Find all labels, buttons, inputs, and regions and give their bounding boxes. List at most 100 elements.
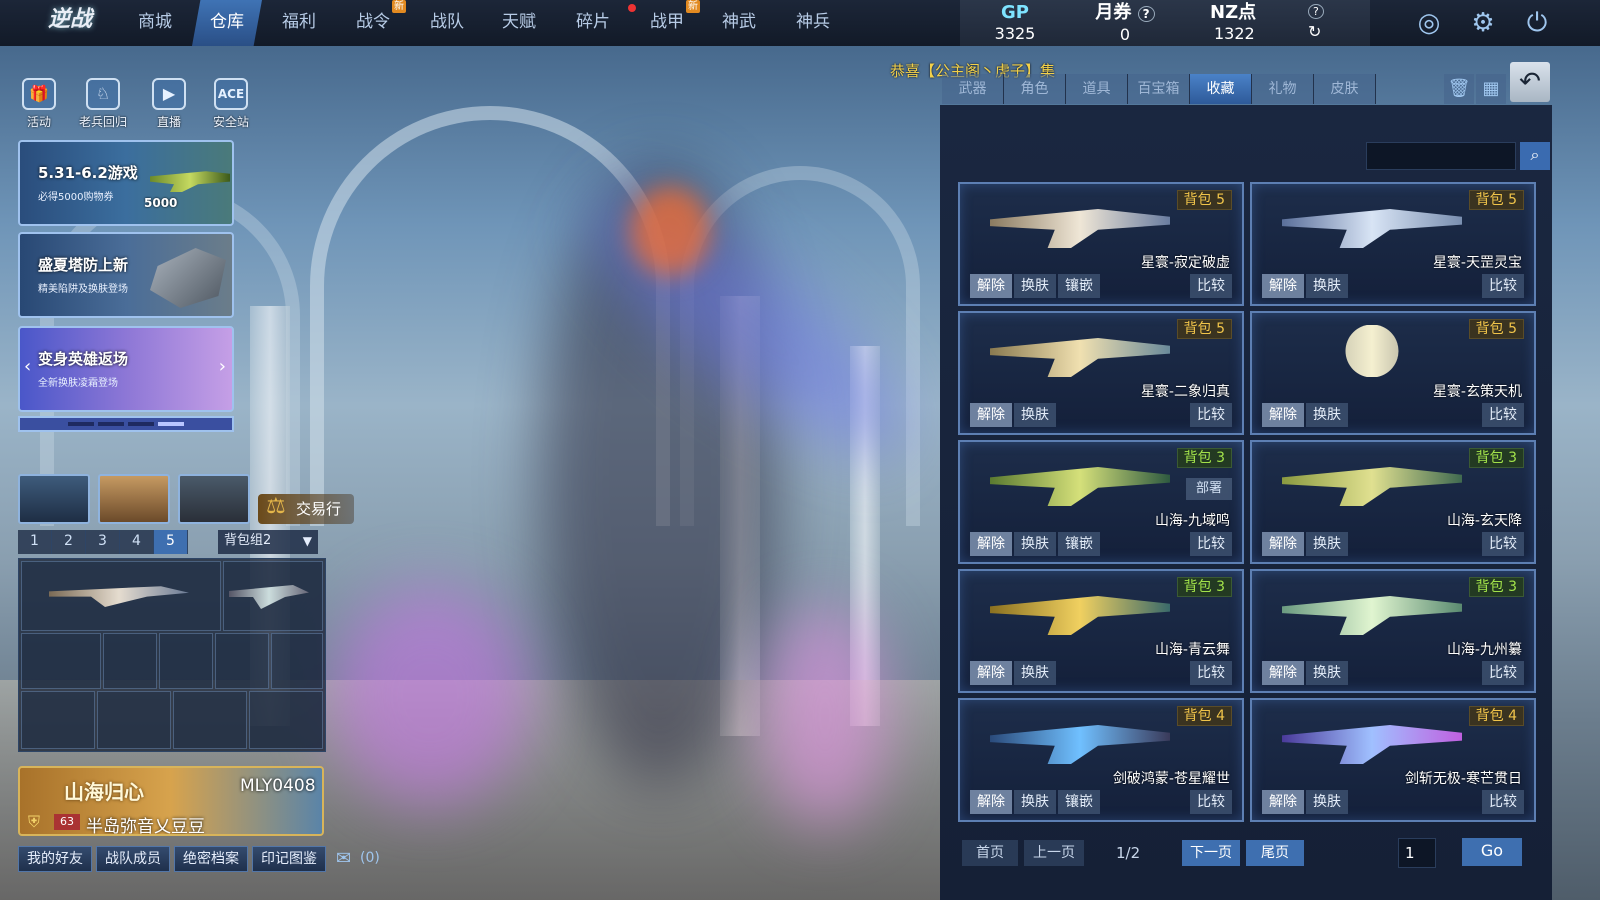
event-banner-2[interactable]: 盛夏塔防上新 精美陷阱及换肤登场 (18, 232, 234, 318)
refresh-icon[interactable]: ↻ (1308, 22, 1321, 41)
change-skin-button[interactable]: 换肤 (1014, 403, 1056, 427)
inventory-tab[interactable]: 百宝箱 (1128, 74, 1190, 104)
nav-tab[interactable]: 仓库 (192, 0, 262, 46)
bottom-button[interactable]: 印记图鉴 (252, 846, 326, 872)
prev-page-button[interactable]: 上一页 (1024, 840, 1084, 866)
compare-button[interactable]: 比较 (1190, 532, 1232, 556)
inventory-tab[interactable]: 皮肤 (1314, 74, 1376, 104)
compare-button[interactable]: 比较 (1482, 661, 1524, 685)
change-skin-button[interactable]: 换肤 (1306, 403, 1348, 427)
showcase-icon[interactable]: ▦ (1476, 74, 1506, 104)
nav-tab[interactable]: 商城 (120, 0, 190, 46)
search-input[interactable] (1366, 142, 1516, 170)
change-skin-button[interactable]: 换肤 (1306, 532, 1348, 556)
inlay-button[interactable]: 镶嵌 (1058, 532, 1100, 556)
bag-page-tab[interactable]: 4 (120, 530, 154, 554)
inventory-tab[interactable]: 道具 (1066, 74, 1128, 104)
compare-button[interactable]: 比较 (1190, 661, 1232, 685)
nav-tab[interactable]: 战令新 (338, 0, 408, 46)
bag-slot[interactable] (159, 633, 213, 689)
event-banner-1[interactable]: 5.31-6.2游戏 必得5000购物券 5000 (18, 140, 234, 226)
nav-tab[interactable]: 战甲新 (632, 0, 702, 46)
change-skin-button[interactable]: 换肤 (1014, 274, 1056, 298)
page-dot[interactable] (128, 422, 154, 426)
left-shortcut[interactable]: ACE 安全站 (206, 78, 256, 130)
compare-button[interactable]: 比较 (1190, 403, 1232, 427)
inventory-tab[interactable]: 武器 (942, 74, 1004, 104)
nav-tab[interactable]: 天赋 (484, 0, 554, 46)
character-portrait-1[interactable] (18, 474, 90, 524)
change-skin-button[interactable]: 换肤 (1014, 532, 1056, 556)
next-page-button[interactable]: 下一页 (1182, 840, 1240, 866)
left-shortcut[interactable]: ▶ 直播 (144, 78, 194, 130)
power-icon[interactable]: ⏻ (1520, 6, 1554, 40)
chevron-right-icon[interactable]: › (219, 356, 226, 377)
bottom-button[interactable]: 绝密档案 (174, 846, 248, 872)
deploy-button[interactable]: 部署 (1186, 478, 1232, 500)
bag-group-select[interactable]: 背包组2 ▼ (218, 530, 318, 554)
radar-icon[interactable]: ◎ (1412, 6, 1446, 40)
compare-button[interactable]: 比较 (1482, 403, 1524, 427)
item-card[interactable]: 背包 5 星寰-寂定破虚 解除 换肤 镶嵌 比较 (958, 182, 1244, 306)
compare-button[interactable]: 比较 (1482, 532, 1524, 556)
unequip-button[interactable]: 解除 (1262, 790, 1304, 814)
item-card[interactable]: 背包 5 星寰-玄策天机 解除 换肤 比较 (1250, 311, 1536, 435)
item-card[interactable]: 背包 5 星寰-二象归真 解除 换肤 比较 (958, 311, 1244, 435)
bag-page-tab[interactable]: 1 (18, 530, 52, 554)
left-shortcut[interactable]: 🎁 活动 (14, 78, 64, 130)
left-shortcut[interactable]: ♘ 老兵回归 (78, 78, 128, 130)
first-page-button[interactable]: 首页 (962, 840, 1018, 866)
back-icon[interactable]: ↶ (1510, 62, 1550, 102)
page-number-input[interactable]: 1 (1398, 838, 1436, 868)
bottom-button[interactable]: 我的好友 (18, 846, 92, 872)
change-skin-button[interactable]: 换肤 (1306, 661, 1348, 685)
change-skin-button[interactable]: 换肤 (1014, 661, 1056, 685)
last-page-button[interactable]: 尾页 (1246, 840, 1304, 866)
item-card[interactable]: 背包 4 剑破鸿蒙-苍星耀世 解除 换肤 镶嵌 比较 (958, 698, 1244, 822)
bag-slot[interactable] (271, 633, 323, 689)
trade-button[interactable]: ⚖ 交易行 (258, 494, 354, 524)
unequip-button[interactable]: 解除 (970, 532, 1012, 556)
nav-tab[interactable]: 神兵 (778, 0, 848, 46)
unequip-button[interactable]: 解除 (1262, 661, 1304, 685)
character-portrait-3[interactable] (178, 474, 250, 524)
bag-slot[interactable] (103, 633, 157, 689)
unequip-button[interactable]: 解除 (970, 274, 1012, 298)
bag-slot[interactable] (97, 691, 171, 749)
page-dot[interactable] (98, 422, 124, 426)
mail-icon[interactable]: ✉ (336, 848, 351, 869)
compare-button[interactable]: 比较 (1190, 790, 1232, 814)
help-icon[interactable]: ? (1137, 6, 1155, 22)
item-card[interactable]: 背包 3 部署 山海-九域鸣 解除 换肤 镶嵌 比较 (958, 440, 1244, 564)
bag-slot[interactable] (249, 691, 323, 749)
bottom-button[interactable]: 战队成员 (96, 846, 170, 872)
change-skin-button[interactable]: 换肤 (1014, 790, 1056, 814)
nav-tab[interactable]: 战队 (412, 0, 482, 46)
character-portrait-2[interactable] (98, 474, 170, 524)
bag-page-tab[interactable]: 3 (86, 530, 120, 554)
change-skin-button[interactable]: 换肤 (1306, 274, 1348, 298)
bag-page-tab[interactable]: 2 (52, 530, 86, 554)
inventory-tab[interactable]: 角色 (1004, 74, 1066, 104)
item-card[interactable]: 背包 5 星寰-天罡灵宝 解除 换肤 比较 (1250, 182, 1536, 306)
unequip-button[interactable]: 解除 (970, 790, 1012, 814)
nav-tab[interactable]: 碎片 (558, 0, 628, 46)
player-profile-card[interactable]: 山海归心 MLY0408 63 ⛨ 半岛弥音乂豆豆 (18, 766, 324, 836)
unequip-button[interactable]: 解除 (1262, 532, 1304, 556)
page-dot[interactable] (68, 422, 94, 426)
unequip-button[interactable]: 解除 (1262, 274, 1304, 298)
bag-slot[interactable] (21, 691, 95, 749)
unequip-button[interactable]: 解除 (970, 403, 1012, 427)
unequip-button[interactable]: 解除 (1262, 403, 1304, 427)
change-skin-button[interactable]: 换肤 (1306, 790, 1348, 814)
bag-slot[interactable] (173, 691, 247, 749)
gear-icon[interactable]: ⚙ (1466, 6, 1500, 40)
inventory-tab[interactable]: 收藏 (1190, 74, 1252, 104)
help-icon[interactable]: ? (1308, 4, 1324, 19)
item-card[interactable]: 背包 3 山海-玄天降 解除 换肤 比较 (1250, 440, 1536, 564)
bag-page-tab[interactable]: 5 (154, 530, 188, 554)
search-icon[interactable]: ⌕ (1520, 142, 1550, 170)
item-card[interactable]: 背包 4 剑斩无极-寒芒贯日 解除 换肤 比较 (1250, 698, 1536, 822)
compare-button[interactable]: 比较 (1482, 274, 1524, 298)
item-card[interactable]: 背包 3 山海-九州纂 解除 换肤 比较 (1250, 569, 1536, 693)
